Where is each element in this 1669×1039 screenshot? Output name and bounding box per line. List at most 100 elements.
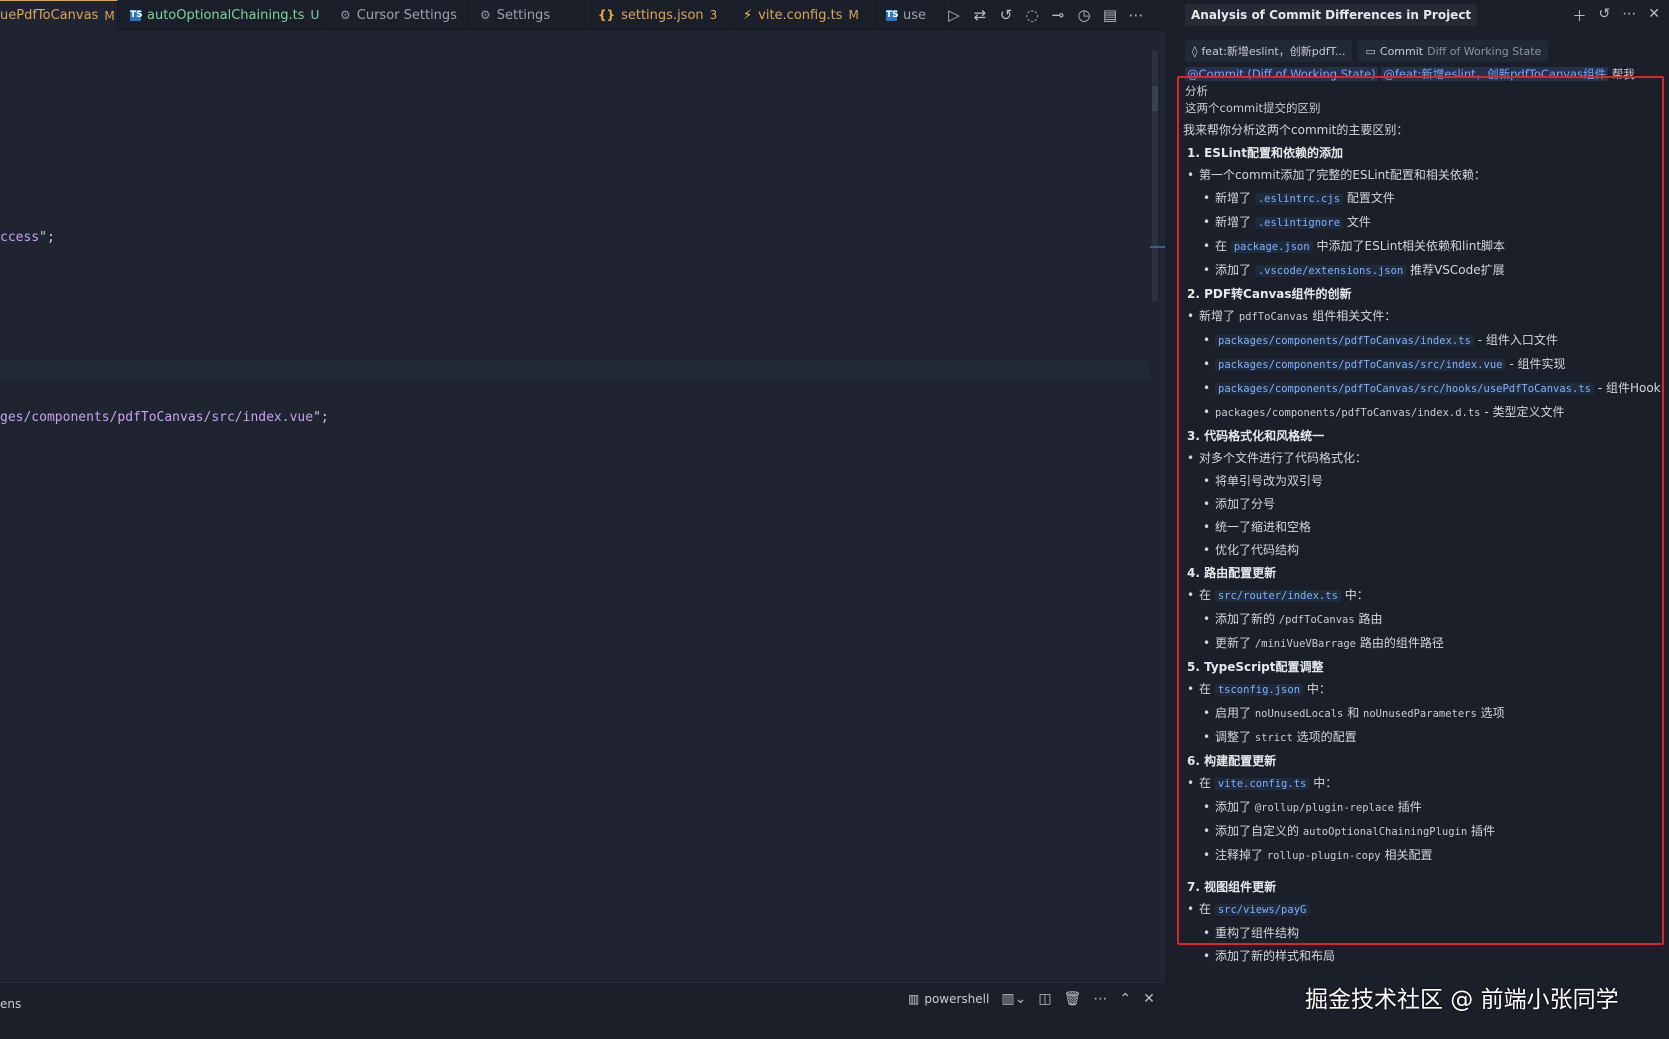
list-item: 添加了自定义的 autoOptionalChainingPlugin 插件 <box>1183 823 1661 841</box>
tab-label: vite.config.ts <box>758 7 843 23</box>
ts-file-icon: TS <box>886 9 899 21</box>
section-title: 5. TypeScript配置调整 <box>1187 660 1324 674</box>
overview-ruler-cursor <box>1150 246 1165 248</box>
list-item: 统一了缩进和空格 <box>1183 519 1661 536</box>
commit-icon: ▭ <box>1365 44 1376 58</box>
tab-pdftocanvas-vue[interactable]: uePdfToCanvas M ✕ <box>0 0 118 30</box>
list-item: 在 src/views/payG <box>1183 901 1661 919</box>
code-line: ges/components/pdfToCanvas/src/index.vue… <box>0 410 329 425</box>
list-item: 在 src/router/index.ts 中： <box>1183 587 1661 605</box>
chat-title[interactable]: Analysis of Commit Differences in Projec… <box>1185 4 1478 26</box>
list-item: 在 tsconfig.json 中： <box>1183 681 1661 699</box>
tab-modified-badge: M <box>848 8 859 22</box>
list-item: 新增了 pdfToCanvas 组件相关文件： <box>1183 308 1661 326</box>
tab-use[interactable]: TS use <box>876 0 946 30</box>
tab-modified-badge: M <box>104 8 115 23</box>
tab-label: use <box>903 7 927 23</box>
list-item: 添加了 .vscode/extensions.json 推荐VSCode扩展 <box>1183 262 1661 280</box>
context-chips: ◊ feat:新增eslint，创新pdfT... ▭ Commit Diff … <box>1185 40 1549 62</box>
list-item: 添加了新的样式和布局 <box>1183 948 1661 965</box>
list-item: 添加了分号 <box>1183 496 1661 513</box>
timeline-icon[interactable]: ◷ <box>1076 6 1092 24</box>
editor-scrollbar[interactable] <box>1150 31 1165 981</box>
vite-bolt-icon: ⚡ <box>743 7 753 23</box>
code-line: ccess"; <box>0 230 55 245</box>
run-icon[interactable]: ▷ <box>946 6 962 24</box>
tab-cursor-settings[interactable]: ⚙ Cursor Settings <box>328 0 468 30</box>
maximize-panel-icon[interactable]: ⌃ <box>1119 991 1131 1007</box>
tab-settings-json[interactable]: {} settings.json 3 <box>586 0 731 30</box>
tab-vite-config[interactable]: ⚡ vite.config.ts M <box>731 0 876 30</box>
section-title: 2. PDF转Canvas组件的创新 <box>1187 287 1352 301</box>
list-item: 注释掉了 rollup-plugin-copy 相关配置 <box>1183 847 1661 865</box>
more-icon[interactable]: ⋯ <box>1622 6 1636 26</box>
trash-icon[interactable]: 🗑 <box>1064 991 1082 1007</box>
list-item: 添加了 @rollup/plugin-replace 插件 <box>1183 799 1661 817</box>
list-item: 启用了 noUnusedLocals 和 noUnusedParameters … <box>1183 705 1661 723</box>
tab-untracked-badge: U <box>310 8 320 22</box>
scrollbar-marker <box>1152 86 1158 111</box>
split-terminal-icon[interactable]: ◫ <box>1038 991 1051 1007</box>
list-item: 第一个commit添加了完整的ESLint配置和相关依赖： <box>1183 167 1661 184</box>
close-icon[interactable]: ✕ <box>1648 6 1660 26</box>
list-item: 调整了 strict 选项的配置 <box>1183 729 1661 747</box>
list-item: 对多个文件进行了代码格式化： <box>1183 450 1661 467</box>
list-item: 将单引号改为双引号 <box>1183 473 1661 490</box>
list-item: 新增了 .eslintignore 文件 <box>1183 214 1661 232</box>
tab-settings[interactable]: ⚙ Settings <box>468 0 586 30</box>
tab-label: uePdfToCanvas <box>0 8 99 23</box>
list-item: packages/components/pdfToCanvas/src/hook… <box>1183 380 1661 398</box>
new-chat-icon[interactable]: ＋ <box>1573 6 1587 26</box>
tab-label: autoOptionalChaining.ts <box>147 7 305 23</box>
more-icon[interactable]: ⋯ <box>1093 991 1107 1007</box>
tab-label: Cursor Settings <box>356 7 457 23</box>
list-item: 在 package.json 中添加了ESLint相关依赖和lint脚本 <box>1183 238 1661 256</box>
watermark: 掘金技术社区 @ 前端小张同学 <box>1305 987 1619 1013</box>
split-editor-icon[interactable]: ▤ <box>1102 6 1118 24</box>
section-title: 1. ESLint配置和依赖的添加 <box>1187 146 1343 160</box>
terminal-name: powershell <box>924 992 990 1006</box>
settings-icon: ⚙ <box>340 8 351 22</box>
mention-commit[interactable]: @Commit (Diff of Working State) <box>1185 67 1378 81</box>
context-chip-working-state[interactable]: ▭ Commit Diff of Working State <box>1358 40 1549 62</box>
tab-auto-optional-chaining[interactable]: TS autoOptionalChaining.ts U <box>118 0 328 30</box>
terminal-selector[interactable]: ▥ powershell <box>908 992 989 1006</box>
current-line-highlight <box>0 361 1150 381</box>
ts-file-icon: TS <box>130 9 143 21</box>
list-item: packages/components/pdfToCanvas/src/inde… <box>1183 356 1661 374</box>
list-item: 重构了组件结构 <box>1183 925 1661 942</box>
list-item: 更新了 /miniVueVBarrage 路由的组件路径 <box>1183 635 1661 653</box>
list-item: 在 vite.config.ts 中： <box>1183 775 1661 793</box>
tab-label: Settings <box>496 7 551 23</box>
panel-tab-label[interactable]: ens <box>0 997 21 1011</box>
compare-changes-icon[interactable]: ⇄ <box>972 6 988 24</box>
code-editor[interactable]: ccess"; ges/components/pdfToCanvas/src/i… <box>0 31 1150 981</box>
commit-icon: ◊ <box>1192 44 1198 58</box>
tab-label: settings.json <box>621 7 704 23</box>
mention-feat[interactable]: @feat:新增eslint，创新pdfToCanvas组件 <box>1381 67 1609 81</box>
list-item: 优化了代码结构 <box>1183 542 1661 559</box>
close-icon[interactable]: ✕ <box>1143 991 1155 1007</box>
section-title: 3. 代码格式化和风格统一 <box>1187 429 1325 443</box>
new-terminal-dropdown-icon[interactable]: ▥⌄ <box>1001 991 1026 1007</box>
list-item: 新增了 .eslintrc.cjs 配置文件 <box>1183 190 1661 208</box>
list-item: packages/components/pdfToCanvas/index.ts… <box>1183 332 1661 350</box>
chat-actions: ＋ ↺ ⋯ ✕ <box>1573 6 1660 26</box>
terminal-icon: ▥ <box>908 992 920 1006</box>
more-icon[interactable]: ⋯ <box>1128 6 1144 24</box>
git-next-icon[interactable]: ⊸ <box>1050 6 1066 24</box>
chat-header: Analysis of Commit Differences in Projec… <box>1167 0 1669 30</box>
section-title: 6. 构建配置更新 <box>1187 754 1277 768</box>
context-chip-commit[interactable]: ◊ feat:新增eslint，创新pdfT... <box>1185 40 1353 62</box>
history-icon[interactable]: ↺ <box>1599 6 1611 26</box>
ai-chat-panel: Analysis of Commit Differences in Projec… <box>1166 0 1669 1039</box>
list-item: 添加了新的 /pdfToCanvas 路由 <box>1183 611 1661 629</box>
editor-actions: ▷ ⇄ ↺ ◌ ⊸ ◷ ▤ ⋯ <box>946 0 1144 30</box>
git-prev-icon[interactable]: ◌ <box>1024 6 1040 24</box>
answer-intro: 我来帮你分析这两个commit的主要区别： <box>1183 123 1409 137</box>
settings-icon: ⚙ <box>480 8 491 22</box>
json-braces-icon: {} <box>598 8 616 22</box>
section-title: 7. 视图组件更新 <box>1187 880 1277 894</box>
git-history-icon[interactable]: ↺ <box>998 6 1014 24</box>
tab-problems-badge: 3 <box>709 8 718 22</box>
